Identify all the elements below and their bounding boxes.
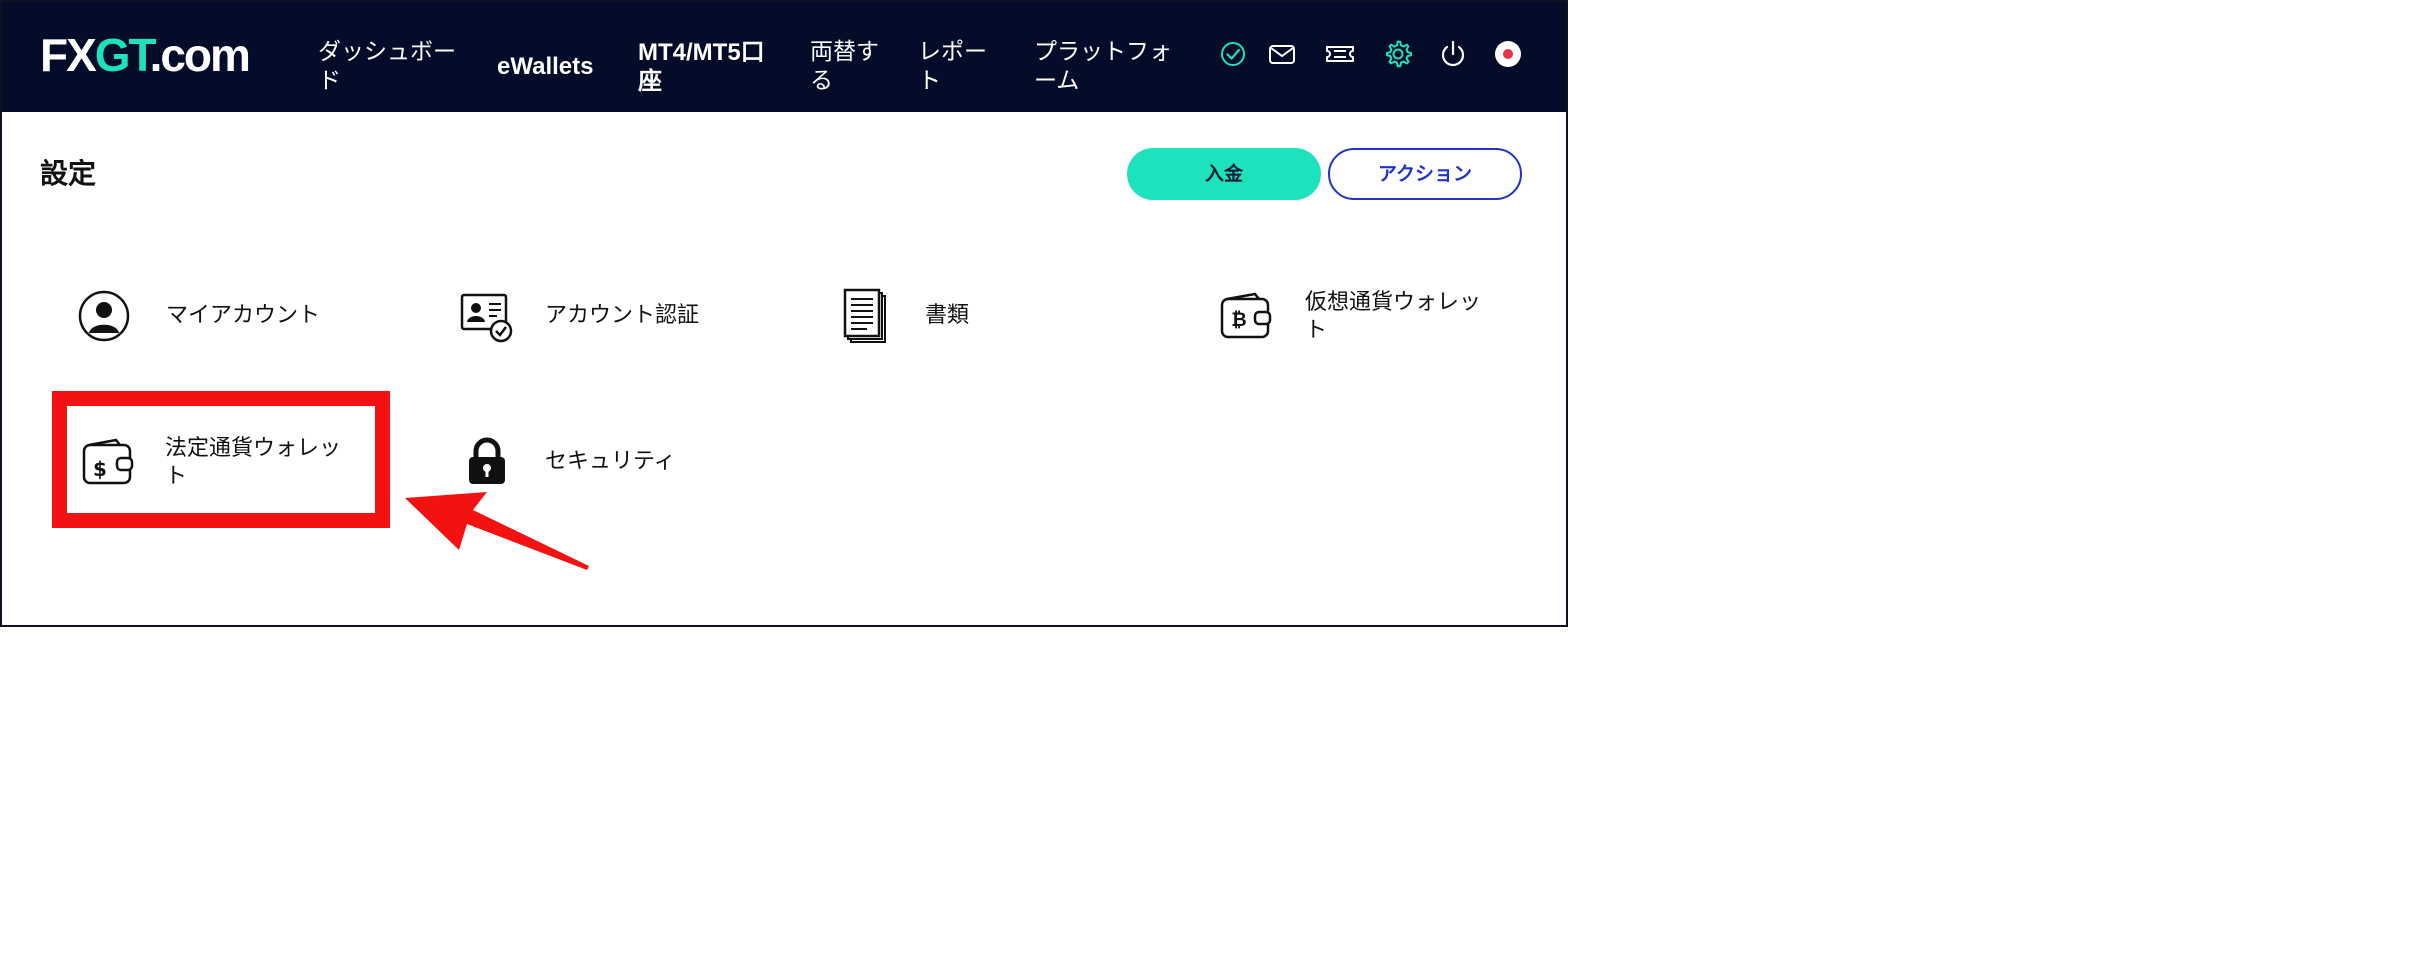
logo-suffix: .com	[149, 29, 251, 81]
tile-label-group: 仮想通貨ウォレッ ト	[1305, 289, 1481, 345]
ticket-icon[interactable]	[1324, 38, 1356, 70]
power-icon[interactable]	[1437, 38, 1469, 70]
crypto-wallet-icon: ₿	[1215, 286, 1275, 346]
user-avatar-icon	[74, 286, 134, 346]
japan-flag-icon[interactable]	[1492, 38, 1524, 70]
verified-check-icon[interactable]	[1217, 38, 1249, 70]
nav-item-reports[interactable]: レポー ト	[918, 38, 987, 96]
mail-icon[interactable]	[1266, 38, 1298, 70]
pointer-arrow-icon	[397, 482, 597, 572]
logo-prefix: FX	[40, 29, 97, 81]
nav-label: る	[810, 68, 833, 94]
screenshot-frame: FXGT.com ダッシュボー ド eWallets MT4/MT5口 座 両替…	[0, 0, 1568, 627]
svg-text:₿: ₿	[1231, 309, 1246, 331]
nav-label: ト	[918, 68, 941, 94]
id-card-check-icon	[457, 286, 517, 346]
documents-icon	[837, 286, 897, 346]
nav-label: ド	[318, 68, 341, 94]
brand-logo[interactable]: FXGT.com	[40, 29, 251, 81]
gear-icon[interactable]	[1382, 38, 1414, 70]
nav-item-exchange[interactable]: 両替す る	[810, 38, 879, 96]
logo-accent: GT	[94, 29, 152, 81]
tile-label: マイアカウント	[166, 303, 321, 328]
page-title: 設定	[40, 157, 97, 190]
settings-tile-my-account[interactable]: マイアカウント	[74, 284, 374, 348]
deposit-button[interactable]: 入金	[1127, 148, 1321, 200]
settings-tile-crypto-wallet[interactable]: ₿ 仮想通貨ウォレッ ト	[1215, 284, 1515, 348]
tile-label: セキュリティ	[545, 449, 676, 474]
nav-label: プラットフォ	[1034, 39, 1172, 65]
action-button[interactable]: アクション	[1328, 148, 1522, 200]
nav-label: MT4/MT5口	[638, 39, 765, 66]
nav-item-dashboard[interactable]: ダッシュボー ド	[318, 38, 456, 96]
tile-label: 仮想通貨ウォレッ	[1305, 290, 1482, 315]
nav-label: ダッシュボー	[318, 39, 456, 65]
nav-label: ーム	[1034, 68, 1080, 94]
settings-tile-account-verification[interactable]: アカウント認証	[457, 284, 757, 348]
highlight-box	[52, 391, 390, 528]
nav-item-platform[interactable]: プラットフォ ーム	[1034, 38, 1172, 96]
tile-label: ト	[1305, 318, 1328, 343]
nav-item-mt-accounts[interactable]: MT4/MT5口 座	[638, 38, 765, 96]
tile-label: 書類	[925, 303, 970, 328]
nav-label: 両替す	[810, 39, 879, 65]
tile-label: アカウント認証	[545, 303, 700, 328]
nav-label: 座	[638, 68, 662, 95]
settings-tile-documents[interactable]: 書類	[837, 284, 1137, 348]
top-nav-bar: FXGT.com ダッシュボー ド eWallets MT4/MT5口 座 両替…	[2, 2, 1566, 112]
nav-label: eWallets	[497, 53, 594, 80]
nav-label: レポー	[918, 39, 987, 65]
nav-item-ewallets[interactable]: eWallets	[497, 52, 593, 81]
